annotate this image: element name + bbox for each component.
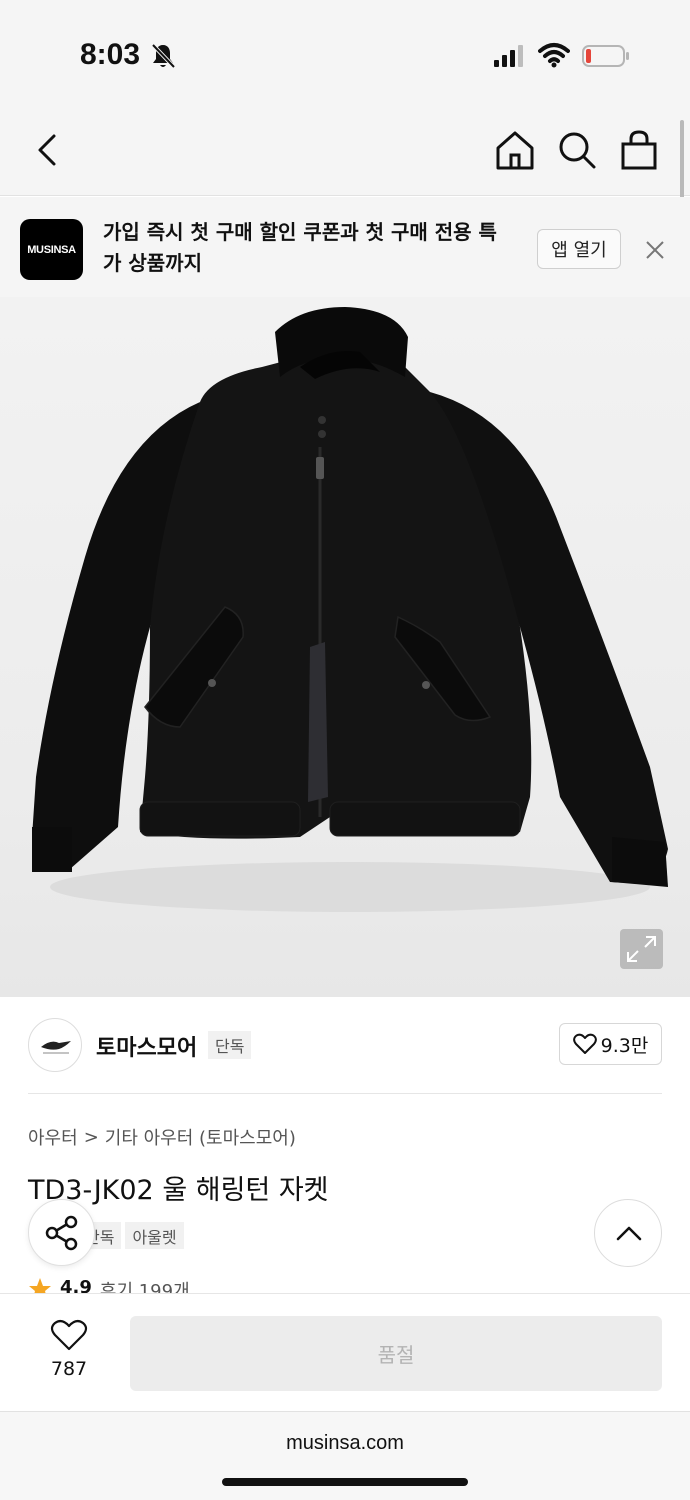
tag-outlet: 아울렛 (125, 1222, 184, 1249)
shopping-bag-icon[interactable] (617, 128, 661, 172)
bottom-like-count: 787 (50, 1358, 88, 1380)
brand-logo-icon (41, 1041, 71, 1054)
back-icon[interactable] (26, 128, 70, 172)
open-app-button[interactable]: 앱 열기 (537, 229, 621, 269)
search-icon[interactable] (555, 128, 599, 172)
exclusive-tag: 단독 (208, 1031, 252, 1059)
share-button[interactable] (28, 1199, 95, 1266)
status-bar: 8:03 (0, 0, 690, 110)
close-icon[interactable] (644, 239, 666, 261)
banner-message: 가입 즉시 첫 구매 할인 쿠폰과 첫 구매 전용 특가 상품까지 (103, 220, 497, 275)
bell-slash-icon (151, 43, 176, 69)
app-install-banner: MUSINSA 가입 즉시 첫 구매 할인 쿠폰과 첫 구매 전용 특가 상품까… (0, 197, 690, 297)
share-icon (45, 1215, 78, 1251)
bottom-action-bar: 787 품절 (0, 1293, 690, 1411)
brand-row: 토마스모어 단독 9.3만 (0, 1000, 690, 1094)
browser-url-bar: musinsa.com (0, 1411, 690, 1500)
brand-name[interactable]: 토마스모어 (96, 1030, 197, 1062)
musinsa-logo: MUSINSA (20, 219, 83, 280)
wifi-icon (538, 43, 570, 68)
breadcrumb-category[interactable]: 아우터 (28, 1124, 78, 1150)
home-icon[interactable] (493, 128, 537, 172)
breadcrumb: 아우터 > 기타 아우터 (토마스모어) (28, 1124, 296, 1150)
signal-icon (494, 45, 523, 67)
product-image[interactable] (0, 297, 690, 997)
black-jacket-image (32, 307, 668, 912)
divider (28, 1093, 662, 1094)
expand-icon[interactable] (620, 929, 663, 969)
bottom-like-button[interactable]: 787 (30, 1318, 108, 1384)
breadcrumb-separator: > (83, 1126, 99, 1148)
status-time: 8:03 (80, 38, 141, 71)
top-nav-bar (0, 110, 690, 196)
battery-low-icon (582, 45, 629, 67)
brand-like-button[interactable]: 9.3만 (559, 1023, 662, 1065)
home-indicator[interactable] (222, 1478, 468, 1486)
heart-outline-icon (50, 1319, 88, 1351)
scroll-up-button[interactable] (594, 1199, 662, 1267)
breadcrumb-subcategory[interactable]: 기타 아우터 (토마스모어) (105, 1124, 296, 1150)
brand-avatar[interactable] (28, 1018, 82, 1072)
url-text[interactable]: musinsa.com (0, 1432, 690, 1455)
brand-like-count: 9.3만 (600, 1034, 649, 1057)
heart-outline-icon (572, 1033, 597, 1054)
soldout-button[interactable]: 품절 (130, 1316, 662, 1391)
chevron-up-icon (616, 1226, 642, 1241)
